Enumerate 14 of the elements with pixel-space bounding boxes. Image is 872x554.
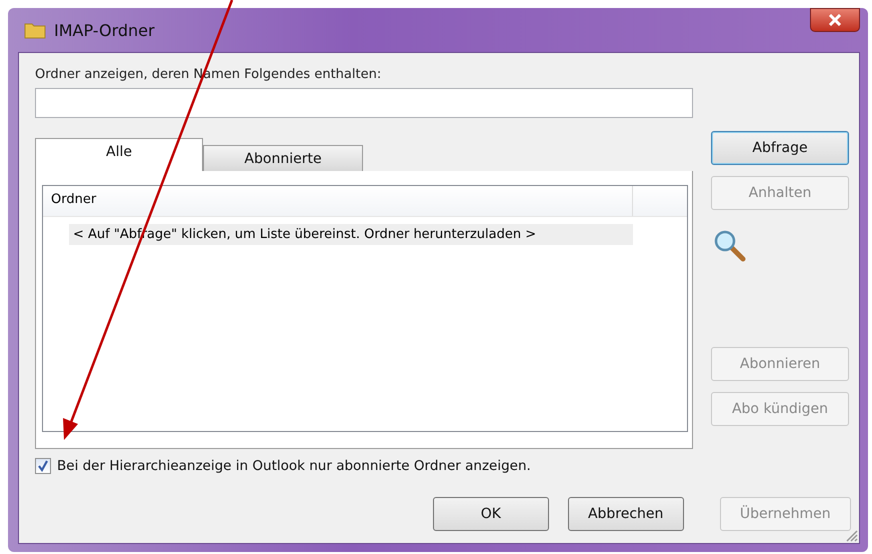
dialog-button[interactable]: Abbrechen	[568, 497, 684, 531]
tab[interactable]: Abonnierte	[203, 145, 363, 171]
close-button[interactable]	[810, 8, 860, 32]
folder-icon	[24, 21, 46, 39]
checkbox-label[interactable]: Bei der Hierarchieanzeige in Outlook nur abonnierte Ordner anzeigen.	[57, 458, 531, 474]
dialog-button[interactable]: OK	[433, 497, 549, 531]
search-icon	[713, 229, 747, 263]
filter-field[interactable]	[35, 88, 693, 118]
resize-grip[interactable]	[844, 528, 858, 542]
tab[interactable]: Alle	[35, 138, 203, 171]
checkbox[interactable]	[35, 458, 51, 474]
close-icon	[828, 14, 842, 26]
side-button[interactable]: Abfrage	[711, 131, 849, 165]
window-title: IMAP-Ordner	[54, 20, 155, 40]
